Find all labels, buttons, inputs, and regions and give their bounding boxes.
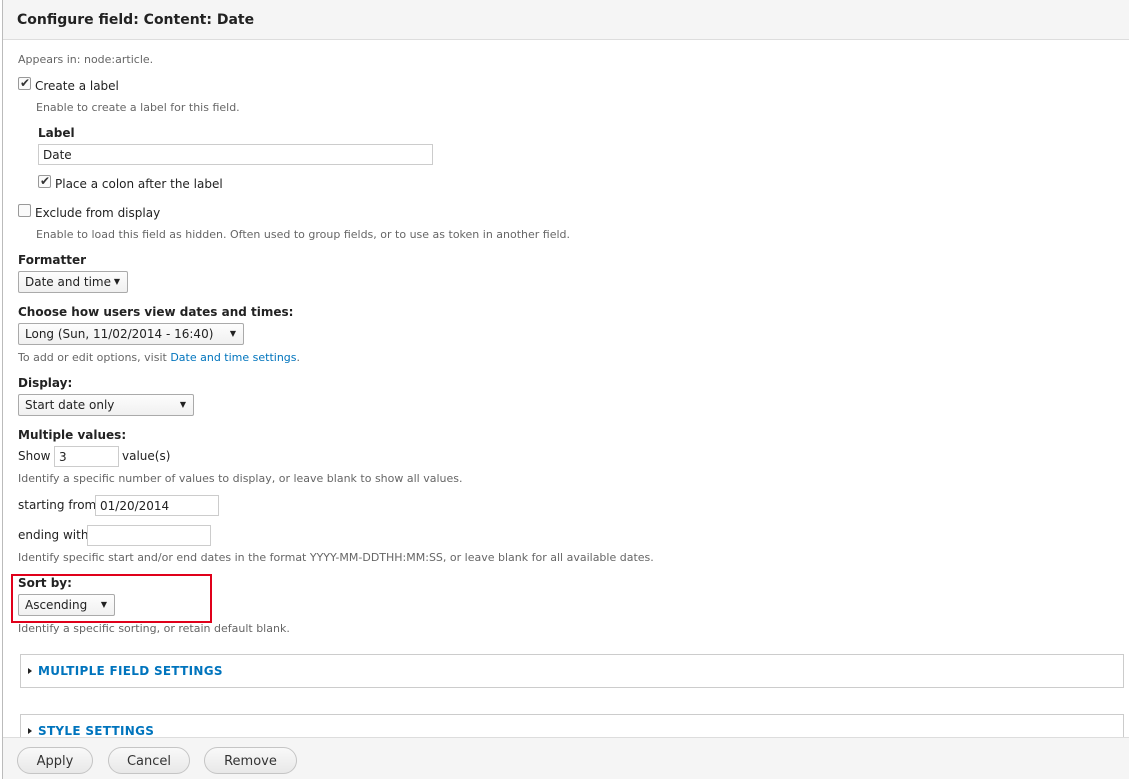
style-settings-label: STYLE SETTINGS bbox=[38, 724, 155, 738]
checkmark-icon: ✔ bbox=[39, 174, 51, 188]
multiple-values-title: Multiple values: bbox=[18, 428, 127, 442]
exclude-checkbox[interactable] bbox=[18, 204, 31, 217]
configure-field-dialog: Configure field: Content: Date Appears i… bbox=[2, 0, 1129, 779]
colon-checkbox-label: Place a colon after the label bbox=[55, 177, 223, 191]
show-label: Show bbox=[18, 449, 51, 463]
starting-from-label: starting from bbox=[18, 498, 97, 512]
display-select[interactable]: Start date only ▼ bbox=[18, 394, 194, 416]
ending-with-input[interactable] bbox=[87, 525, 211, 546]
dropdown-arrow-icon: ▼ bbox=[179, 400, 186, 409]
display-title: Display: bbox=[18, 376, 73, 390]
display-selected: Start date only bbox=[25, 398, 115, 412]
create-label-checkbox[interactable]: ✔ bbox=[18, 76, 31, 90]
multiple-field-settings-fieldset: MULTIPLE FIELD SETTINGS bbox=[20, 654, 1124, 688]
date-format-selected: Long (Sun, 11/02/2014 - 16:40) bbox=[25, 327, 214, 341]
create-label-description: Enable to create a label for this field. bbox=[36, 101, 240, 114]
checkmark-icon: ✔ bbox=[19, 76, 31, 90]
exclude-label: Exclude from display bbox=[35, 206, 161, 220]
appears-in-text: Appears in: node:article. bbox=[18, 53, 154, 66]
exclude-description: Enable to load this field as hidden. Oft… bbox=[36, 228, 571, 241]
show-count-input[interactable] bbox=[54, 446, 119, 467]
multiple-field-settings-toggle[interactable]: MULTIPLE FIELD SETTINGS bbox=[28, 664, 223, 678]
date-time-settings-link[interactable]: Date and time settings bbox=[170, 351, 296, 364]
show-count-description: Identify a specific number of values to … bbox=[18, 472, 463, 485]
sort-by-select[interactable]: Ascending ▼ bbox=[18, 594, 115, 616]
formatter-selected: Date and time bbox=[25, 275, 111, 289]
dropdown-arrow-icon: ▼ bbox=[113, 277, 120, 286]
dialog-action-bar: Apply Cancel Remove bbox=[3, 737, 1129, 779]
cancel-button[interactable]: Cancel bbox=[108, 747, 190, 774]
apply-button[interactable]: Apply bbox=[17, 747, 93, 774]
collapse-arrow-icon bbox=[28, 728, 32, 734]
multiple-field-settings-label: MULTIPLE FIELD SETTINGS bbox=[38, 664, 223, 678]
dialog-title: Configure field: Content: Date bbox=[17, 12, 255, 28]
sort-by-description: Identify a specific sorting, or retain d… bbox=[18, 622, 290, 635]
formatter-title: Formatter bbox=[18, 253, 87, 267]
date-format-title: Choose how users view dates and times: bbox=[18, 305, 294, 319]
date-format-select[interactable]: Long (Sun, 11/02/2014 - 16:40) ▼ bbox=[18, 323, 244, 345]
style-settings-toggle[interactable]: STYLE SETTINGS bbox=[28, 724, 154, 738]
remove-button[interactable]: Remove bbox=[204, 747, 297, 774]
formatter-select[interactable]: Date and time ▼ bbox=[18, 271, 128, 293]
starting-from-input[interactable] bbox=[95, 495, 219, 516]
dates-description: Identify specific start and/or end dates… bbox=[18, 551, 654, 564]
colon-checkbox[interactable]: ✔ bbox=[38, 174, 51, 188]
dropdown-arrow-icon: ▼ bbox=[100, 600, 107, 609]
date-format-help: To add or edit options, visit Date and t… bbox=[18, 351, 300, 364]
date-format-help-suffix: . bbox=[296, 351, 301, 364]
dialog-titlebar: Configure field: Content: Date bbox=[3, 0, 1129, 40]
values-suffix: value(s) bbox=[122, 449, 171, 463]
dropdown-arrow-icon: ▼ bbox=[229, 329, 236, 338]
label-field-title: Label bbox=[38, 126, 75, 140]
sort-by-title: Sort by: bbox=[18, 576, 72, 590]
label-input[interactable] bbox=[38, 144, 433, 165]
create-label-text: Create a label bbox=[35, 79, 119, 93]
date-format-help-prefix: To add or edit options, visit bbox=[18, 351, 171, 364]
sort-by-selected: Ascending bbox=[25, 598, 88, 612]
ending-with-label: ending with bbox=[18, 528, 89, 542]
collapse-arrow-icon bbox=[28, 668, 32, 674]
